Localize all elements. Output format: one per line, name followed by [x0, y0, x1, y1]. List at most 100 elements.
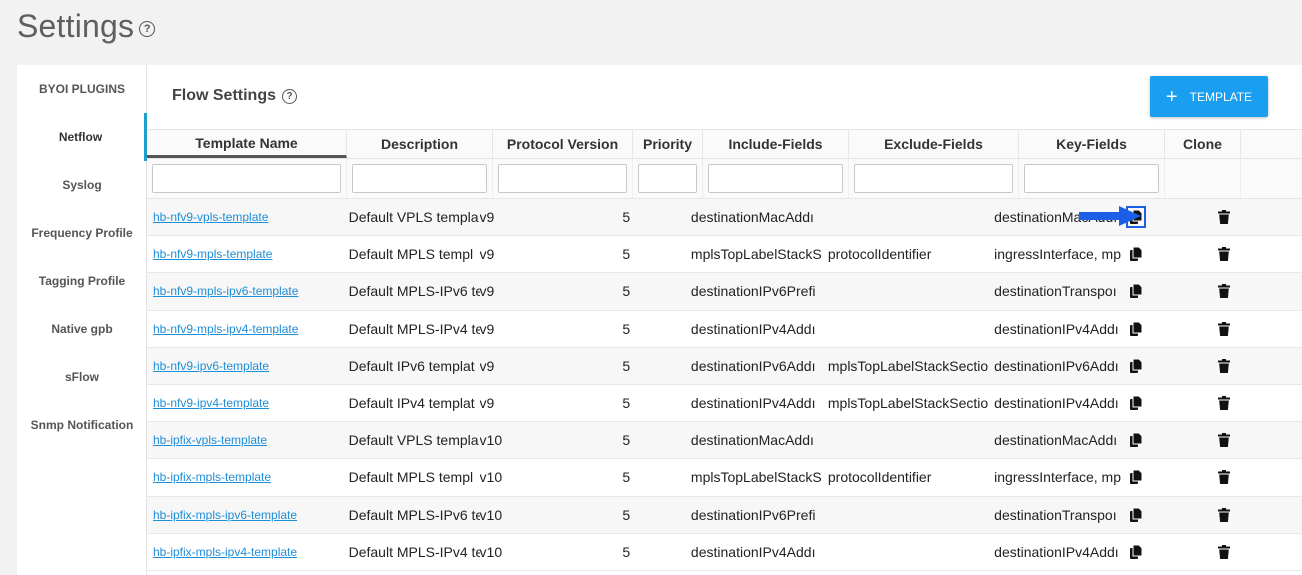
copy-icon[interactable] [1129, 433, 1142, 448]
help-icon[interactable]: ? [282, 88, 297, 104]
description-cell: Default IPv6 templat [348, 357, 475, 374]
include-fields-cell: destinationIPv6Addı [690, 357, 816, 374]
filter-priority-input[interactable] [638, 164, 697, 193]
column-header-protocol-version[interactable]: Protocol Version [493, 130, 633, 158]
plus-icon: + [1165, 85, 1178, 108]
key-fields-cell: destinationIPv4Addı [994, 543, 1119, 560]
table-row: hb-ipfix-mpls-template Default MPLS templ… [147, 459, 1302, 497]
table-row: hb-ipfix-vpls-template Default VPLS templ… [147, 422, 1302, 460]
copy-icon[interactable] [1129, 396, 1142, 411]
priority-cell: 5 [622, 246, 631, 263]
trash-icon[interactable] [1218, 544, 1231, 559]
trash-icon[interactable] [1218, 284, 1231, 299]
exclude-fields-cell: mplsTopLabelStackSectio [827, 357, 989, 374]
filter-template-name-input[interactable] [152, 164, 341, 193]
column-header-clone[interactable]: Clone [1165, 130, 1241, 158]
trash-icon[interactable] [1218, 470, 1231, 485]
copy-icon[interactable] [1129, 284, 1142, 299]
column-header-key-fields[interactable]: Key-Fields [1019, 130, 1165, 158]
exclude-fields-cell: protocolIdentifier [827, 469, 932, 486]
table-row: hb-nfv9-mpls-ipv6-template Default MPLS-I… [147, 273, 1302, 311]
sidebar-item-frequency-profile[interactable]: Frequency Profile [17, 209, 147, 257]
copy-icon[interactable] [1129, 544, 1142, 559]
protocol-version-cell: v9 [479, 357, 495, 374]
template-name-cell: hb-nfv9-mpls-template [147, 236, 343, 272]
filter-row [147, 159, 1302, 199]
template-name-link[interactable]: hb-nfv9-ipv6-template [153, 359, 269, 373]
filter-cell [1019, 159, 1165, 198]
table-row: hb-nfv9-mpls-template Default MPLS templ v… [147, 236, 1302, 274]
copy-icon[interactable] [1129, 321, 1142, 336]
filter-description-input[interactable] [352, 164, 487, 193]
filter-protocol-version-input[interactable] [498, 164, 627, 193]
trash-icon[interactable] [1218, 396, 1231, 411]
copy-icon[interactable] [1129, 507, 1142, 522]
trash-icon[interactable] [1218, 507, 1231, 522]
arrow-right-icon [1079, 206, 1141, 226]
sidebar-item-byoi-plugins[interactable]: BYOI PLUGINS [17, 65, 147, 113]
column-header-description[interactable]: Description [347, 130, 493, 158]
filter-key-fields-input[interactable] [1024, 164, 1159, 193]
template-name-link[interactable]: hb-nfv9-ipv4-template [153, 396, 269, 410]
copy-icon[interactable] [1129, 358, 1142, 373]
delete-cell [1147, 236, 1302, 272]
priority-cell: 5 [622, 395, 631, 412]
include-fields-cell: destinationMacAddı [690, 209, 814, 226]
sidebar-item-tagging-profile[interactable]: Tagging Profile [17, 257, 147, 305]
filter-cell [703, 159, 849, 198]
priority-cell: 5 [622, 320, 631, 337]
template-name-link[interactable]: hb-nfv9-vpls-template [153, 210, 268, 224]
key-fields-cell: destinationIPv4Addı [994, 395, 1119, 412]
trash-icon[interactable] [1218, 433, 1231, 448]
column-header-priority[interactable]: Priority [633, 130, 703, 158]
sidebar-item-native-gpb[interactable]: Native gpb [17, 305, 147, 353]
table-row: hb-nfv9-ipv4-template Default IPv4 templa… [147, 384, 1302, 423]
key-fields-cell: destinationTranspoı [994, 506, 1117, 523]
template-name-link[interactable]: hb-ipfix-mpls-ipv6-template [153, 508, 297, 522]
protocol-version-cell: v10 [479, 543, 503, 560]
priority-cell: 5 [622, 469, 631, 486]
sidebar-item-netflow[interactable]: Netflow [17, 113, 147, 161]
page-title: Settings [17, 8, 135, 44]
template-name-link[interactable]: hb-nfv9-mpls-ipv6-template [153, 284, 298, 298]
clone-cell [1125, 459, 1147, 495]
trash-icon[interactable] [1218, 358, 1231, 373]
sidebar-item-syslog[interactable]: Syslog [17, 161, 147, 209]
delete-cell [1147, 497, 1302, 533]
trash-icon[interactable] [1218, 210, 1231, 225]
delete-cell [1147, 422, 1302, 458]
section-title-label: Flow Settings [172, 87, 276, 104]
filter-include-fields-input[interactable] [708, 164, 843, 193]
copy-icon[interactable] [1129, 470, 1142, 485]
filter-cell [633, 159, 703, 198]
help-icon[interactable]: ? [139, 20, 156, 37]
column-header-exclude-fields[interactable]: Exclude-Fields [849, 130, 1019, 158]
copy-icon[interactable] [1129, 247, 1142, 262]
templates-table: Template Name Description Protocol Versi… [147, 129, 1302, 571]
table-row: hb-nfv9-mpls-ipv4-template Default MPLS-I… [147, 310, 1302, 348]
add-template-button[interactable]: + TEMPLATE [1150, 76, 1268, 117]
template-name-link[interactable]: hb-nfv9-mpls-template [153, 247, 272, 261]
priority-cell: 5 [622, 506, 631, 523]
exclude-fields-cell [822, 199, 988, 235]
template-name-link[interactable]: hb-ipfix-mpls-ipv4-template [153, 545, 297, 559]
table-body: hb-nfv9-vpls-template Default VPLS templa… [147, 199, 1302, 571]
template-name-link[interactable]: hb-ipfix-vpls-template [153, 433, 267, 447]
clone-cell [1125, 497, 1147, 533]
column-header-template-name[interactable]: Template Name [147, 130, 347, 158]
include-fields-cell: destinationIPv6Prefi [690, 283, 816, 300]
template-name-link[interactable]: hb-ipfix-mpls-template [153, 470, 271, 484]
template-name-cell: hb-ipfix-vpls-template [147, 422, 343, 458]
trash-icon[interactable] [1218, 321, 1231, 336]
trash-icon[interactable] [1218, 247, 1231, 262]
exclude-fields-cell [822, 534, 988, 570]
description-cell: Default MPLS-IPv4 te [348, 543, 480, 560]
filter-exclude-fields-input[interactable] [854, 164, 1013, 193]
sidebar-item-snmp-notification[interactable]: Snmp Notification [17, 401, 147, 449]
sidebar-item-sflow[interactable]: sFlow [17, 353, 147, 401]
settings-card: BYOI PLUGINS Netflow Syslog Frequency Profi… [17, 65, 1302, 575]
column-header-actions [1241, 130, 1302, 158]
template-name-link[interactable]: hb-nfv9-mpls-ipv4-template [153, 322, 298, 336]
delete-cell [1147, 273, 1302, 309]
column-header-include-fields[interactable]: Include-Fields [703, 130, 849, 158]
